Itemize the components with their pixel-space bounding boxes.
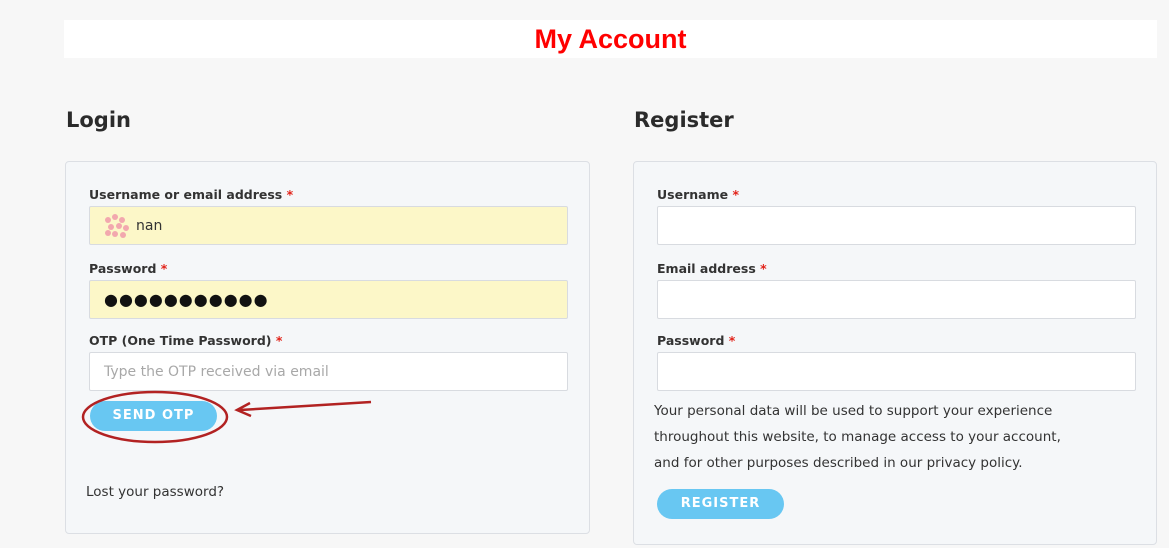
privacy-line: Your personal data will be used to suppo… bbox=[654, 403, 1053, 419]
reg-password-label: Password * bbox=[657, 333, 735, 348]
required-mark: * bbox=[728, 333, 736, 348]
reg-password-label-text: Password bbox=[657, 333, 725, 348]
required-mark: * bbox=[760, 261, 767, 276]
annotation-arrow-line bbox=[239, 400, 372, 412]
register-panel: Username * Email address * Password * Yo… bbox=[633, 161, 1157, 545]
required-mark: * bbox=[732, 187, 739, 202]
privacy-line: and for other purposes described in our … bbox=[654, 455, 1023, 471]
privacy-notice: Your personal data will be used to suppo… bbox=[654, 398, 1149, 476]
reg-email-label: Email address * bbox=[657, 261, 767, 276]
register-heading: Register bbox=[634, 108, 734, 132]
annotation-circle bbox=[81, 390, 229, 444]
register-button[interactable]: REGISTER bbox=[657, 489, 784, 519]
reg-username-label-text: Username bbox=[657, 187, 729, 202]
privacy-line: throughout this website, to manage acces… bbox=[654, 429, 1061, 445]
reg-email-input[interactable] bbox=[657, 280, 1136, 319]
reg-username-label: Username * bbox=[657, 187, 739, 202]
reg-password-input[interactable] bbox=[657, 352, 1136, 391]
reg-email-label-text: Email address bbox=[657, 261, 756, 276]
reg-username-input[interactable] bbox=[657, 206, 1136, 245]
